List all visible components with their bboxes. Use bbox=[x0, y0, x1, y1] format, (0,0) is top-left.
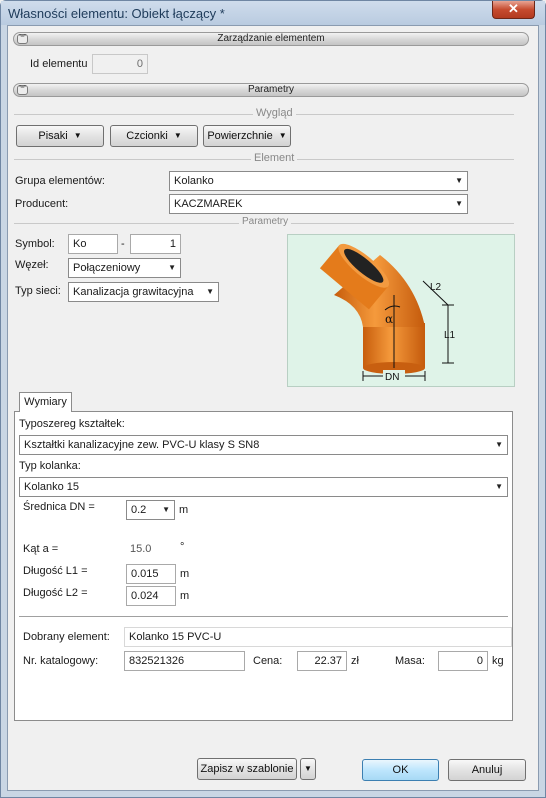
elbow-type-label: Typ kolanka: bbox=[19, 460, 81, 472]
elbow-diagram: α L2 L1 DN bbox=[319, 243, 456, 383]
window-title: Własności elementu: Obiekt łączący * bbox=[8, 6, 225, 21]
mass-unit: kg bbox=[492, 655, 504, 667]
l1-field[interactable]: 0.015 bbox=[126, 564, 176, 584]
producer-label: Producent: bbox=[15, 198, 69, 210]
node-select-value: Połączeniowy bbox=[73, 262, 141, 274]
network-select-value: Kanalizacja grawitacyjna bbox=[73, 286, 194, 298]
section-title-management: Zarządzanie elementem bbox=[217, 33, 325, 44]
dropdown-arrow-icon: ▼ bbox=[278, 131, 287, 140]
section-title-params: Parametry bbox=[247, 84, 295, 95]
dropdown-arrow-icon: ▼ bbox=[73, 131, 82, 140]
dropdown-arrow-icon: ▼ bbox=[206, 287, 214, 296]
angle-label: Kąt a = bbox=[23, 543, 59, 555]
parameters-title: Parametry bbox=[239, 216, 292, 227]
elbow-preview-image: α L2 L1 DN bbox=[287, 234, 515, 387]
l2-field-label: Długość L2 = bbox=[23, 587, 88, 599]
series-select-value: Kształtki kanalizacyjne zew. PVC-U klasy… bbox=[24, 439, 260, 451]
symbol-label: Symbol: bbox=[15, 238, 55, 250]
mass-label: Masa: bbox=[395, 655, 425, 667]
price-field[interactable]: 22.37 bbox=[297, 651, 347, 671]
element-id-field: 0 bbox=[92, 54, 148, 74]
section-bar-params[interactable]: ︾ Parametry bbox=[13, 83, 529, 97]
symbol-number-field[interactable]: 1 bbox=[130, 234, 181, 254]
elbow-type-select[interactable]: Kolanko 15 ▼ bbox=[19, 477, 508, 497]
surfaces-button-label: Powierzchnie bbox=[207, 130, 273, 142]
dropdown-arrow-icon: ▼ bbox=[455, 199, 463, 208]
group-select[interactable]: Kolanko ▼ bbox=[169, 171, 468, 191]
symbol-prefix-field[interactable]: Ko bbox=[68, 234, 118, 254]
series-select[interactable]: Kształtki kanalizacyjne zew. PVC-U klasy… bbox=[19, 435, 508, 455]
dn-field-label: Średnica DN = bbox=[23, 501, 95, 513]
price-unit: zł bbox=[351, 655, 359, 667]
dropdown-arrow-icon: ▼ bbox=[495, 482, 503, 491]
dropdown-arrow-icon: ▼ bbox=[162, 505, 170, 514]
pens-button-label: Pisaki bbox=[38, 130, 68, 142]
group-label: Grupa elementów: bbox=[15, 175, 105, 187]
window-content: ︾ Zarządzanie elementem Id elementu 0 ︾ … bbox=[7, 25, 539, 791]
chosen-field: Kolanko 15 PVC-U bbox=[124, 627, 512, 647]
l1-field-label: Długość L1 = bbox=[23, 565, 88, 577]
fonts-button-label: Czcionki bbox=[126, 130, 168, 142]
dropdown-arrow-icon: ▼ bbox=[304, 764, 312, 773]
appearance-title: Wygląd bbox=[253, 107, 296, 119]
close-button[interactable]: ✕ bbox=[492, 1, 535, 19]
network-select[interactable]: Kanalizacja grawitacyjna ▼ bbox=[68, 282, 219, 302]
collapse-chevron-icon[interactable]: ︾ bbox=[17, 85, 28, 95]
producer-select-value: KACZMAREK bbox=[174, 198, 243, 210]
elbow-type-select-value: Kolanko 15 bbox=[24, 481, 80, 493]
save-template-dropdown[interactable]: ▼ bbox=[300, 758, 316, 780]
dimensions-tab-panel bbox=[14, 411, 513, 721]
element-title: Element bbox=[251, 152, 298, 164]
price-label: Cena: bbox=[253, 655, 283, 667]
mass-field[interactable]: 0 bbox=[438, 651, 488, 671]
l2-field[interactable]: 0.024 bbox=[126, 586, 176, 606]
title-bar: Własności elementu: Obiekt łączący * ✕ bbox=[1, 1, 545, 25]
surfaces-button[interactable]: Powierzchnie ▼ bbox=[203, 125, 291, 147]
dn-unit: m bbox=[179, 504, 189, 516]
l2-unit: m bbox=[180, 590, 190, 602]
dropdown-arrow-icon: ▼ bbox=[173, 131, 182, 140]
l1-unit: m bbox=[180, 568, 190, 580]
section-bar-management[interactable]: ︾ Zarządzanie elementem bbox=[13, 32, 529, 46]
dn-label: DN bbox=[385, 372, 399, 383]
node-label: Węzeł: bbox=[15, 259, 49, 271]
dn-select[interactable]: 0.2 ▼ bbox=[126, 500, 175, 520]
tab-dimensions[interactable]: Wymiary bbox=[19, 392, 72, 412]
properties-window: Własności elementu: Obiekt łączący * ✕ ︾… bbox=[0, 0, 546, 798]
dropdown-arrow-icon: ▼ bbox=[455, 176, 463, 185]
ok-button[interactable]: OK bbox=[362, 759, 439, 781]
symbol-separator: - bbox=[121, 238, 125, 250]
cancel-button[interactable]: Anuluj bbox=[448, 759, 526, 781]
group-select-value: Kolanko bbox=[174, 175, 214, 187]
angle-unit: ° bbox=[180, 541, 185, 553]
dropdown-arrow-icon: ▼ bbox=[495, 440, 503, 449]
dropdown-arrow-icon: ▼ bbox=[168, 263, 176, 272]
node-select[interactable]: Połączeniowy ▼ bbox=[68, 258, 181, 278]
save-template-button[interactable]: Zapisz w szablonie bbox=[197, 758, 297, 780]
alpha-label: α bbox=[385, 312, 393, 326]
series-label: Typoszereg kształtek: bbox=[19, 418, 125, 430]
pens-button[interactable]: Pisaki ▼ bbox=[16, 125, 104, 147]
producer-select[interactable]: KACZMAREK ▼ bbox=[169, 194, 468, 214]
collapse-chevron-icon[interactable]: ︾ bbox=[17, 34, 28, 44]
network-label: Typ sieci: bbox=[15, 285, 61, 297]
result-separator bbox=[19, 616, 508, 617]
l2-label: L2 bbox=[430, 282, 442, 293]
element-id-label: Id elementu bbox=[30, 58, 88, 70]
catalog-label: Nr. katalogowy: bbox=[23, 655, 99, 667]
l1-label: L1 bbox=[444, 330, 456, 341]
catalog-field[interactable]: 832521326 bbox=[124, 651, 245, 671]
fonts-button[interactable]: Czcionki ▼ bbox=[110, 125, 198, 147]
dn-select-value: 0.2 bbox=[131, 504, 147, 516]
chosen-label: Dobrany element: bbox=[23, 631, 110, 643]
angle-field: 15.0 bbox=[130, 543, 152, 555]
